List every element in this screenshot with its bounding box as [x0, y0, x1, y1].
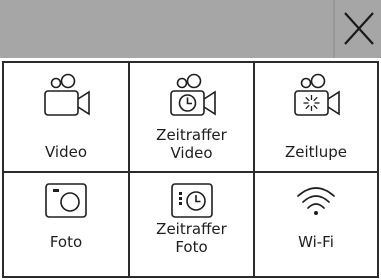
mode-tile-video[interactable]: Video	[4, 63, 130, 173]
mode-label: Zeitraffer Video	[156, 126, 227, 162]
timelapse-video-icon	[169, 73, 216, 116]
mode-grid: Video Zeitraffer Video Zeitlupe Foto Zei…	[2, 61, 379, 278]
mode-label: Zeitlupe	[285, 143, 347, 161]
photo-camera-icon	[45, 183, 87, 218]
close-icon	[333, 0, 381, 58]
mode-label: Foto	[49, 233, 83, 251]
mode-tile-wifi[interactable]: Wi-Fi	[255, 173, 377, 276]
mode-tile-photo[interactable]: Foto	[4, 173, 130, 276]
timelapse-photo-icon	[170, 183, 213, 218]
slow-motion-icon	[294, 73, 340, 116]
mode-tile-timelapse-photo[interactable]: Zeitraffer Foto	[130, 173, 255, 276]
wifi-icon	[297, 187, 335, 215]
mode-tile-timelapse-video[interactable]: Zeitraffer Video	[130, 63, 255, 173]
video-camera-icon	[44, 73, 90, 116]
mode-tile-slow-motion[interactable]: Zeitlupe	[255, 63, 377, 173]
mode-label: Zeitraffer Foto	[156, 220, 227, 256]
close-button[interactable]	[333, 0, 381, 58]
top-bar	[0, 0, 381, 58]
mode-label: Wi-Fi	[298, 233, 334, 251]
mode-label: Video	[44, 143, 88, 161]
